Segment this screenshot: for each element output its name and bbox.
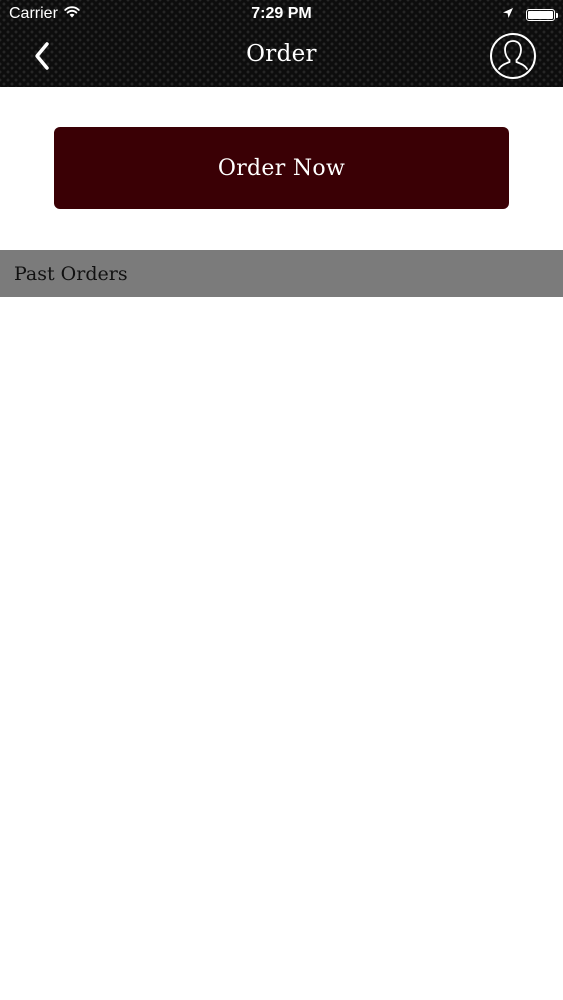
status-bar: Carrier 7:29 PM bbox=[0, 0, 563, 30]
page-title: Order bbox=[246, 41, 317, 67]
status-time: 7:29 PM bbox=[251, 5, 312, 22]
order-screen: Carrier 7:29 PM Order Order Now Past Ord… bbox=[0, 0, 563, 1000]
past-orders-label: Past Orders bbox=[14, 262, 128, 285]
app-header: Carrier 7:29 PM Order bbox=[0, 0, 563, 87]
battery-icon bbox=[526, 9, 558, 21]
order-now-button[interactable]: Order Now bbox=[54, 127, 509, 209]
past-orders-list bbox=[0, 297, 563, 1000]
status-right bbox=[502, 6, 558, 24]
past-orders-header: Past Orders bbox=[0, 250, 563, 297]
profile-button[interactable] bbox=[489, 32, 537, 80]
battery-level bbox=[528, 11, 553, 19]
navigation-bar: Order bbox=[0, 30, 563, 87]
location-arrow-icon bbox=[502, 6, 514, 24]
user-profile-icon bbox=[490, 33, 536, 79]
